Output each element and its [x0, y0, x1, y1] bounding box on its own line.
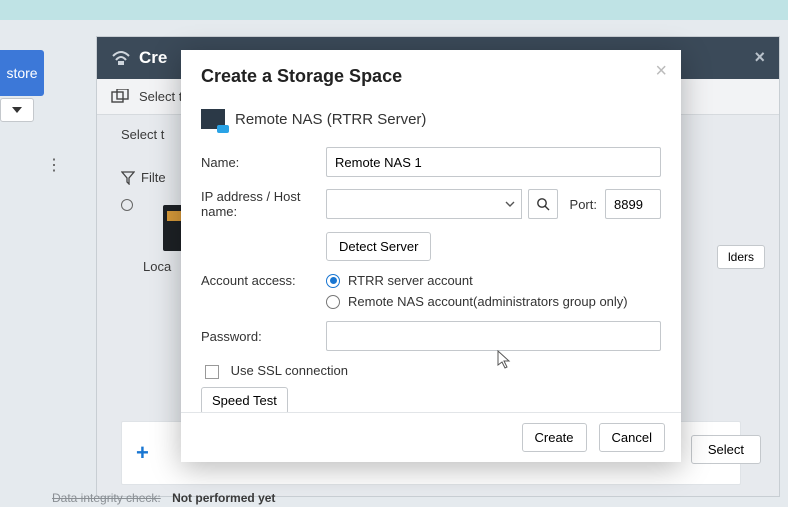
remote-nas-icon: [201, 109, 225, 129]
integrity-status: Data integrity check: Not performed yet: [52, 491, 275, 505]
modal-body: Remote NAS (RTRR Server) Name: IP addres…: [181, 97, 681, 412]
cancel-button[interactable]: Cancel: [599, 423, 665, 452]
account-label: Account access:: [201, 273, 326, 288]
search-icon: [536, 197, 550, 211]
sidebar-store[interactable]: store: [0, 50, 44, 96]
filter-icon: [121, 171, 135, 185]
modal-footer: Create Cancel: [181, 412, 681, 462]
name-input[interactable]: [326, 147, 661, 177]
create-storage-modal: Create a Storage Space × Remote NAS (RTR…: [181, 50, 681, 462]
ssl-row[interactable]: Use SSL connection: [201, 363, 661, 379]
sidebar-dropdown[interactable]: [0, 98, 34, 122]
speed-test-button[interactable]: Speed Test: [201, 387, 288, 412]
folders-button[interactable]: lders: [717, 245, 765, 269]
radio-rtrr-label: RTRR server account: [348, 273, 473, 288]
caret-down-icon: [12, 107, 22, 113]
radio-rtrr[interactable]: RTRR server account: [326, 273, 628, 288]
chevron-down-icon: [505, 201, 515, 207]
name-label: Name:: [201, 155, 326, 170]
select-button[interactable]: Select: [691, 435, 761, 464]
parent-window-title: Cre: [139, 48, 167, 68]
modal-subtitle-text: Remote NAS (RTRR Server): [235, 111, 426, 128]
detect-server-button[interactable]: Detect Server: [326, 232, 431, 261]
source-radio[interactable]: [121, 199, 133, 211]
ip-label: IP address / Host name:: [201, 189, 326, 219]
copy-icon: [111, 89, 131, 105]
modal-header: Create a Storage Space ×: [181, 50, 681, 97]
more-icon[interactable]: ⋮: [46, 155, 64, 175]
search-ip-button[interactable]: [528, 189, 558, 219]
modal-subtitle: Remote NAS (RTRR Server): [201, 109, 661, 129]
ip-input[interactable]: [326, 189, 500, 219]
password-label: Password:: [201, 329, 326, 344]
close-icon[interactable]: ×: [655, 60, 667, 83]
wifi-icon: [111, 50, 131, 66]
toolbar-select-label: Select t: [139, 89, 182, 104]
ssl-label: Use SSL connection: [231, 363, 348, 378]
radio-remote[interactable]: Remote NAS account(administrators group …: [326, 294, 628, 309]
app-top-strip: [0, 0, 788, 20]
modal-title: Create a Storage Space: [201, 66, 661, 87]
create-button[interactable]: Create: [522, 423, 587, 452]
ip-combo[interactable]: [326, 189, 522, 219]
ssl-checkbox[interactable]: [205, 365, 219, 379]
parent-window-close[interactable]: ×: [754, 47, 765, 68]
port-label: Port:: [570, 197, 597, 212]
plus-icon: +: [136, 440, 149, 466]
radio-remote-label: Remote NAS account(administrators group …: [348, 294, 628, 309]
password-input[interactable]: [326, 321, 661, 351]
port-input[interactable]: [605, 189, 661, 219]
filter-label: Filte: [141, 170, 166, 185]
ip-dropdown[interactable]: [500, 189, 521, 219]
